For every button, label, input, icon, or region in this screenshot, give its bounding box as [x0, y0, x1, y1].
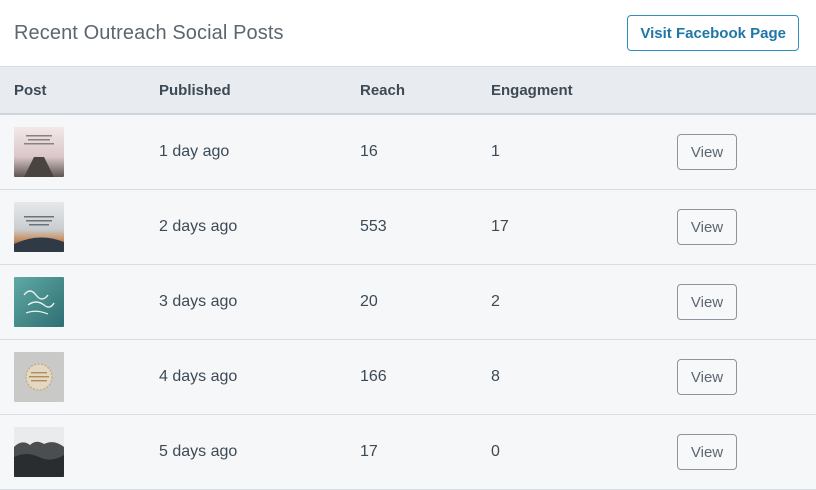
- engagement-cell: 8: [491, 368, 500, 385]
- view-button[interactable]: View: [677, 209, 737, 245]
- published-cell: 1 day ago: [159, 143, 230, 160]
- view-button[interactable]: View: [677, 284, 737, 320]
- post-image-icon: [14, 277, 64, 327]
- post-thumbnail[interactable]: [14, 202, 64, 252]
- panel-title: Recent Outreach Social Posts: [14, 21, 284, 44]
- post-image-icon: [14, 352, 64, 402]
- engagement-cell: 1: [491, 143, 500, 160]
- table-header: Post Published Reach Engagment: [0, 67, 816, 115]
- view-button[interactable]: View: [677, 359, 737, 395]
- post-thumbnail[interactable]: [14, 352, 64, 402]
- engagement-cell: 2: [491, 293, 500, 310]
- post-image-icon: [14, 127, 64, 177]
- column-header-reach: Reach: [360, 81, 406, 99]
- published-cell: 5 days ago: [159, 443, 238, 460]
- table-row: 3 days ago 20 2 View: [0, 265, 816, 340]
- reach-cell: 16: [360, 143, 378, 160]
- post-image-icon: [14, 202, 64, 252]
- post-thumbnail[interactable]: [14, 427, 64, 477]
- table-row: 5 days ago 17 0 View: [0, 415, 816, 490]
- post-image-icon: [14, 427, 64, 477]
- post-thumbnail[interactable]: [14, 277, 64, 327]
- reach-cell: 166: [360, 368, 387, 385]
- engagement-cell: 17: [491, 218, 509, 235]
- reach-cell: 17: [360, 443, 378, 460]
- post-thumbnail[interactable]: [14, 127, 64, 177]
- view-button[interactable]: View: [677, 134, 737, 170]
- panel-header: Recent Outreach Social Posts Visit Faceb…: [0, 0, 816, 67]
- published-cell: 3 days ago: [159, 293, 238, 310]
- column-header-engagement: Engagment: [491, 81, 573, 99]
- column-header-post: Post: [14, 81, 47, 99]
- table-row: 2 days ago 553 17 View: [0, 190, 816, 265]
- engagement-cell: 0: [491, 443, 500, 460]
- published-cell: 2 days ago: [159, 218, 238, 235]
- reach-cell: 20: [360, 293, 378, 310]
- visit-facebook-page-button[interactable]: Visit Facebook Page: [627, 15, 799, 51]
- column-header-published: Published: [159, 81, 231, 99]
- table-row: 4 days ago 166 8 View: [0, 340, 816, 415]
- table-row: 1 day ago 16 1 View: [0, 115, 816, 190]
- view-button[interactable]: View: [677, 434, 737, 470]
- published-cell: 4 days ago: [159, 368, 238, 385]
- reach-cell: 553: [360, 218, 387, 235]
